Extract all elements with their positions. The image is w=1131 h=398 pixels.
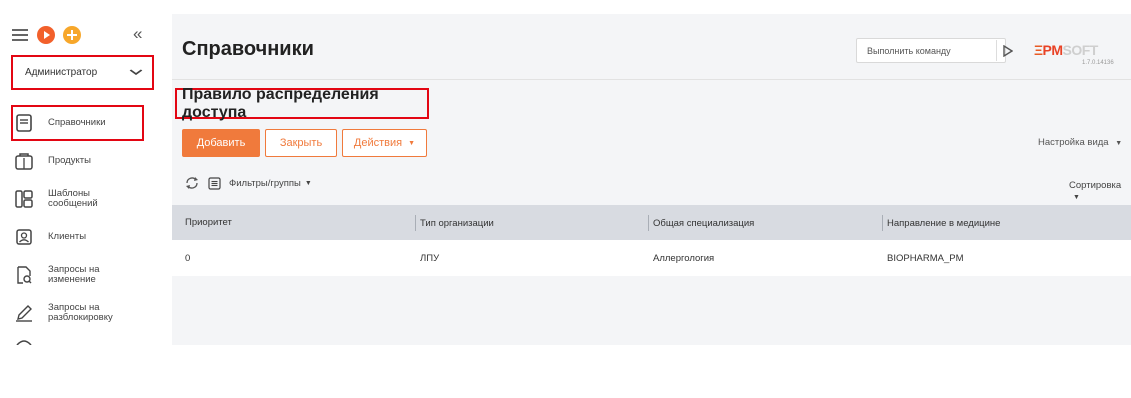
more-icon bbox=[15, 333, 33, 345]
client-icon bbox=[15, 228, 33, 246]
sidebar-item-label: Продукты bbox=[48, 155, 91, 166]
filter-groups-dropdown[interactable]: Фильтры/группы bbox=[229, 178, 301, 189]
refresh-icon[interactable] bbox=[185, 176, 199, 190]
actions-label: Действия bbox=[353, 137, 403, 149]
cell-specialization: Аллергология bbox=[653, 252, 715, 264]
cell-medicine-direction: BIOPHARMA_PM bbox=[887, 252, 964, 264]
sidebar-item-label: Шаблоны сообщений bbox=[48, 188, 98, 209]
sidebar-item-label: Запросы на изменение bbox=[48, 264, 100, 285]
chevron-down-icon bbox=[129, 67, 143, 78]
sort-label: Сортировка bbox=[1069, 180, 1122, 191]
filter-bar: Фильтры/группы ▼ bbox=[185, 176, 312, 190]
cell-priority: 0 bbox=[185, 252, 191, 264]
sort-button[interactable]: Сортировка ▼ bbox=[1069, 180, 1131, 202]
filter-icon[interactable] bbox=[207, 176, 221, 190]
menu-icon[interactable] bbox=[12, 29, 28, 41]
active-highlight bbox=[11, 105, 144, 141]
page-title: Справочники bbox=[182, 38, 314, 60]
caret-down-icon: ▼ bbox=[1073, 194, 1080, 201]
sidebar-item-more[interactable] bbox=[0, 332, 160, 345]
product-icon bbox=[15, 152, 33, 170]
sidebar-item-templates[interactable]: Шаблоны сообщений bbox=[0, 180, 160, 218]
collapse-icon[interactable]: « bbox=[133, 24, 142, 44]
column-header-specialization[interactable]: Общая специализация bbox=[648, 215, 754, 231]
app-window: « Администратор Справочники Продукты Шаб… bbox=[0, 0, 1131, 398]
change-request-icon bbox=[15, 266, 33, 284]
pencil-icon bbox=[15, 304, 33, 322]
version-label: 1.7.0.14136 bbox=[1082, 60, 1114, 66]
caret-down-icon: ▼ bbox=[304, 179, 312, 187]
close-button[interactable]: Закрыть bbox=[265, 129, 337, 157]
view-settings-button[interactable]: Настройка вида ▼ bbox=[1038, 137, 1122, 148]
sidebar-item-label: Клиенты bbox=[48, 231, 87, 242]
header-divider bbox=[172, 79, 1131, 80]
play-icon[interactable] bbox=[37, 26, 55, 44]
sidebar: « Администратор Справочники Продукты Шаб… bbox=[0, 0, 160, 345]
sidebar-item-unlock-requests[interactable]: Запросы на разблокировку bbox=[0, 294, 160, 332]
actions-button[interactable]: Действия ▼ bbox=[342, 129, 427, 157]
bpmsoft-logo: ΞPMSOFT bbox=[1034, 42, 1098, 58]
add-button[interactable]: Добавить bbox=[182, 129, 260, 157]
column-header-priority[interactable]: Приоритет bbox=[185, 205, 232, 240]
command-input[interactable]: Выполнить команду bbox=[856, 38, 1006, 63]
cell-org-type: ЛПУ bbox=[420, 252, 440, 264]
column-header-medicine-direction[interactable]: Направление в медицине bbox=[882, 215, 1000, 231]
plus-icon[interactable] bbox=[63, 26, 81, 44]
run-command-icon[interactable] bbox=[1000, 40, 1016, 61]
command-divider bbox=[996, 40, 997, 61]
sidebar-item-clients[interactable]: Клиенты bbox=[0, 218, 160, 256]
role-selector[interactable]: Администратор bbox=[11, 55, 154, 90]
sidebar-item-products[interactable]: Продукты bbox=[0, 142, 160, 180]
table-row[interactable]: 0 ЛПУ Аллергология BIOPHARMA_PM bbox=[172, 240, 1131, 276]
sidebar-item-label: Запросы на разблокировку bbox=[48, 302, 113, 323]
grid-header: Приоритет Тип организации Общая специали… bbox=[172, 205, 1131, 240]
column-header-org-type[interactable]: Тип организации bbox=[415, 215, 494, 231]
section-title: Правило распределения доступа bbox=[175, 86, 429, 121]
caret-down-icon: ▼ bbox=[408, 139, 416, 147]
sidebar-toolbar: « bbox=[0, 20, 160, 50]
view-settings-label: Настройка вида bbox=[1038, 137, 1109, 148]
role-label: Администратор bbox=[25, 67, 98, 78]
caret-down-icon: ▼ bbox=[1115, 140, 1123, 147]
main-panel bbox=[172, 14, 1131, 345]
template-icon bbox=[15, 190, 33, 208]
sidebar-item-change-requests[interactable]: Запросы на изменение bbox=[0, 256, 160, 294]
